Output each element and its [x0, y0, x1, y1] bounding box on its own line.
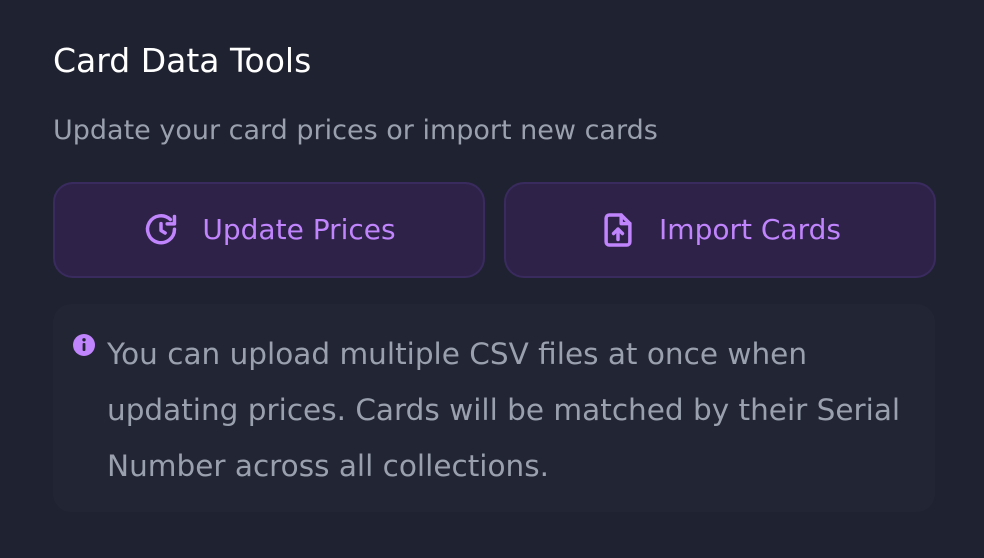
info-note: You can upload multiple CSV files at onc… [53, 304, 935, 512]
panel-subtitle: Update your card prices or import new ca… [53, 115, 658, 146]
refresh-clock-icon [142, 211, 180, 249]
card-data-tools-panel: Card Data Tools Update your card prices … [0, 0, 984, 558]
update-prices-button[interactable]: Update Prices [53, 182, 485, 278]
info-note-text: You can upload multiple CSV files at onc… [107, 337, 901, 483]
file-upload-icon [599, 211, 637, 249]
update-prices-label: Update Prices [202, 213, 396, 246]
import-cards-label: Import Cards [659, 213, 841, 246]
panel-title: Card Data Tools [53, 41, 312, 80]
import-cards-button[interactable]: Import Cards [504, 182, 936, 278]
info-icon [72, 333, 96, 357]
